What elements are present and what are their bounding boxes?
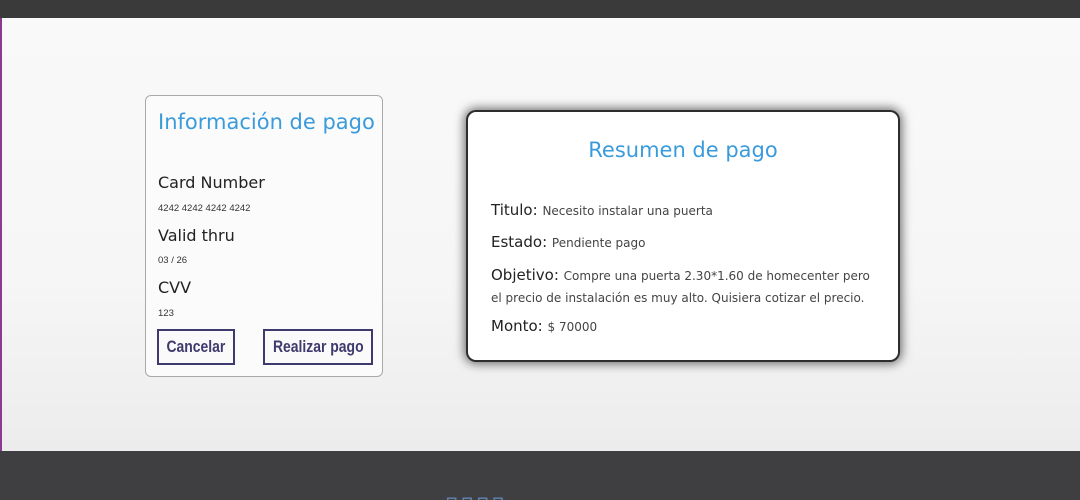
summary-objetivo-row: Objetivo: Compre una puerta 2.30*1.60 de… (491, 265, 876, 309)
valid-thru-value: 03 / 26 (158, 255, 188, 266)
objetivo-label: Objetivo: (491, 266, 559, 284)
payment-info-card: Información de pago Card Number 4242 424… (145, 95, 383, 377)
cvv-label: CVV (158, 278, 192, 297)
summary-estado-row: Estado: Pendiente pago (491, 232, 876, 254)
footer: ▫▫▫▫ (0, 451, 1080, 500)
pay-button-label: Realizar pago (272, 337, 364, 356)
left-edge-accent (0, 18, 2, 451)
card-number-label: Card Number (158, 173, 265, 192)
footer-logo: ▫▫▫▫ (445, 483, 507, 500)
summary-title: Resumen de pago (588, 138, 778, 162)
monto-label: Monto: (491, 317, 543, 335)
monto-value: $ 70000 (547, 320, 598, 334)
card-number-value: 4242 4242 4242 4242 (158, 203, 251, 214)
cancel-button-label: Cancelar (166, 337, 226, 356)
payment-summary-card: Resumen de pago Titulo: Necesito instala… (468, 112, 898, 360)
top-bar (0, 0, 1080, 18)
titulo-label: Titulo: (491, 201, 538, 219)
cancel-button[interactable]: Cancelar (157, 329, 235, 365)
valid-thru-label: Valid thru (158, 226, 235, 245)
estado-label: Estado: (491, 233, 548, 251)
payment-info-title: Información de pago (158, 110, 375, 134)
summary-titulo-row: Titulo: Necesito instalar una puerta (491, 200, 876, 222)
cvv-value: 123 (158, 308, 174, 319)
estado-value: Pendiente pago (551, 236, 646, 250)
titulo-value: Necesito instalar una puerta (542, 204, 713, 218)
summary-monto-row: Monto: $ 70000 (491, 316, 876, 338)
pay-button[interactable]: Realizar pago (263, 329, 373, 365)
